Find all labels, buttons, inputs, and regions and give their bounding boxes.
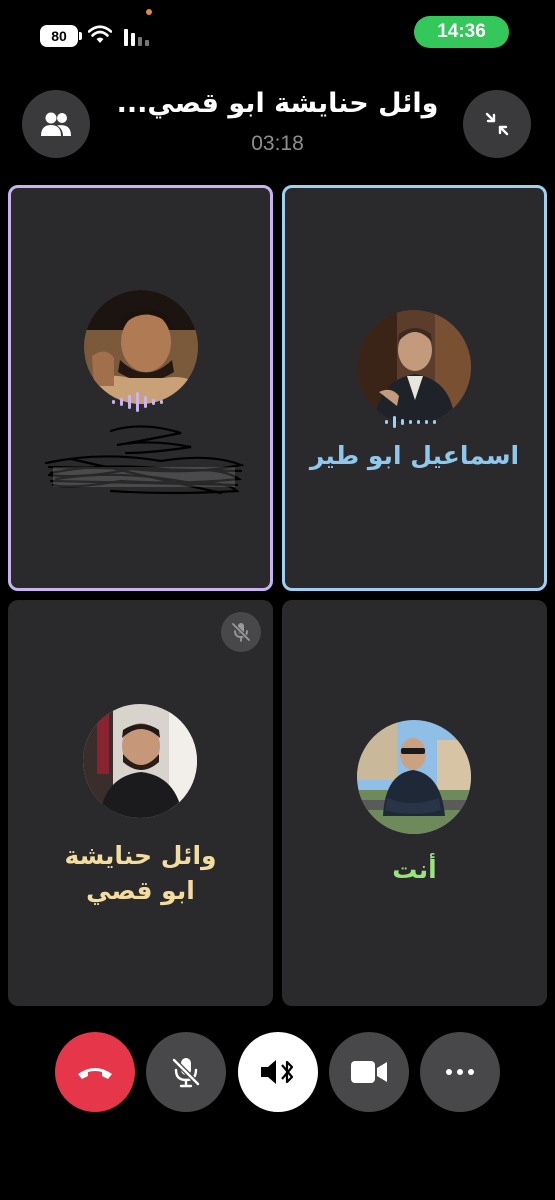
participant-tile-self[interactable]: أنت [282, 600, 547, 1006]
participants-icon [41, 112, 71, 136]
participants-button[interactable] [22, 90, 90, 158]
mute-button[interactable] [146, 1032, 226, 1112]
bluetooth-speaker-icon [261, 1060, 294, 1084]
call-title: وائل حنايشة ابو قصي... [116, 88, 439, 119]
end-call-button[interactable] [55, 1032, 135, 1112]
more-button[interactable] [420, 1032, 500, 1112]
speaker-button[interactable] [238, 1032, 318, 1112]
video-camera-icon [351, 1061, 387, 1083]
participant-name-line2: ابو قصي [86, 876, 195, 905]
wifi-icon [88, 25, 112, 43]
participant-tile[interactable]: وائل حنايشة ابو قصي [8, 600, 273, 1006]
cellular-icon [124, 29, 149, 46]
participant-tile[interactable] [8, 185, 273, 591]
end-call-icon [78, 1068, 112, 1079]
participant-tile[interactable]: اسماعيل ابو طير [282, 185, 547, 591]
speaking-waveform [385, 412, 436, 432]
more-icon [446, 1069, 474, 1075]
minimize-button[interactable] [463, 90, 531, 158]
participant-name-self: أنت [392, 855, 437, 884]
minimize-icon [485, 112, 509, 136]
speaking-waveform [112, 392, 163, 412]
avatar [83, 704, 197, 818]
status-bar: 80 14:36 [0, 0, 555, 70]
redacted-name-scribble [44, 425, 245, 495]
mic-off-icon [171, 1057, 201, 1088]
muted-badge [221, 612, 261, 652]
privacy-indicator-dot [146, 9, 152, 15]
avatar [357, 720, 471, 834]
participant-name: اسماعيل ابو طير [309, 441, 520, 470]
avatar [84, 290, 198, 404]
call-timer: 03:18 [251, 132, 304, 155]
avatar [357, 310, 471, 424]
video-button[interactable] [329, 1032, 409, 1112]
mic-off-icon [231, 622, 251, 642]
participant-name-line1: وائل حنايشة [64, 841, 217, 870]
status-time[interactable]: 14:36 [414, 16, 509, 48]
battery-icon: 80 [40, 25, 82, 47]
